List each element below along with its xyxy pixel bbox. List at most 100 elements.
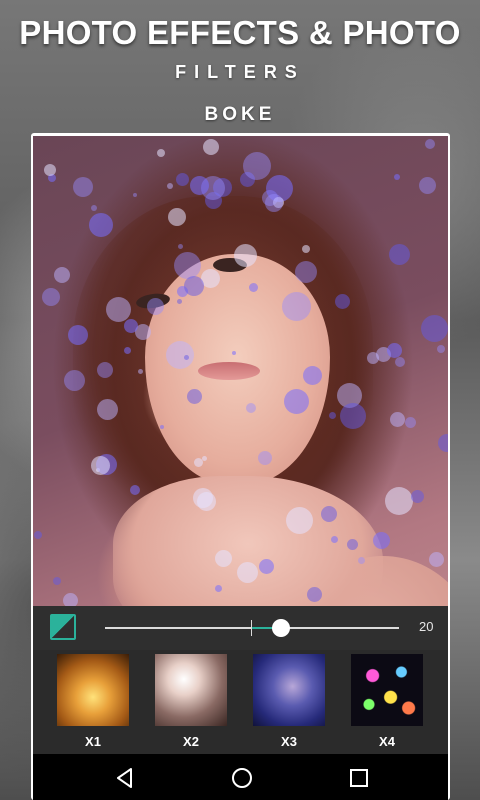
bokeh-dot — [438, 434, 448, 452]
bokeh-dot — [295, 261, 317, 283]
bokeh-dot — [130, 485, 140, 495]
effects-strip: X1 X2 X3 X4 — [33, 650, 448, 754]
bokeh-dot — [176, 173, 189, 186]
slider-value: 20 — [419, 619, 434, 634]
bokeh-dot — [34, 531, 42, 539]
bokeh-dot — [174, 252, 201, 279]
bokeh-dot — [321, 506, 337, 522]
section-title: BOKE — [204, 104, 276, 125]
bokeh-dot — [389, 244, 410, 265]
bokeh-dot — [234, 244, 257, 267]
adjust-bar: + 20 — [33, 606, 448, 650]
bokeh-dot — [203, 139, 219, 155]
bokeh-dot — [331, 536, 338, 543]
slider-center-mark — [251, 620, 252, 636]
bokeh-dot — [190, 176, 209, 195]
bokeh-dot — [249, 283, 258, 292]
bokeh-dot — [193, 488, 213, 508]
bokeh-dot — [367, 352, 379, 364]
bokeh-dot — [157, 149, 165, 157]
bokeh-dot — [160, 425, 164, 429]
bokeh-dot — [166, 341, 194, 369]
bokeh-dot — [395, 357, 405, 367]
bokeh-dot — [286, 507, 313, 534]
bokeh-dot — [215, 550, 232, 567]
recents-icon[interactable] — [347, 766, 371, 790]
bokeh-dot — [303, 366, 322, 385]
bokeh-dot — [390, 412, 405, 427]
bokeh-dot — [42, 288, 60, 306]
bokeh-dot — [335, 294, 350, 309]
phone-screen: + 20 X1 X2 X3 X4 — [31, 133, 450, 800]
bokeh-dot — [437, 345, 445, 353]
bokeh-dot — [168, 208, 186, 226]
bokeh-dot — [258, 451, 272, 465]
bokeh-dot — [329, 412, 336, 419]
bokeh-dot — [89, 213, 113, 237]
bokeh-dot — [97, 399, 118, 420]
bokeh-dot — [259, 559, 274, 574]
effect-thumb-x4[interactable] — [351, 654, 423, 726]
bokeh-dot — [178, 244, 183, 249]
effect-thumb-x1[interactable] — [57, 654, 129, 726]
bokeh-dot — [97, 362, 113, 378]
bokeh-dot — [373, 532, 390, 549]
effect-label-x2: X2 — [183, 734, 199, 749]
bokeh-dot — [91, 205, 97, 211]
bokeh-dot — [347, 539, 358, 550]
bokeh-dot — [246, 403, 256, 413]
bokeh-dot — [138, 369, 143, 374]
bokeh-dot — [124, 319, 138, 333]
effect-label-x4: X4 — [379, 734, 395, 749]
app-subtitle: FILTERS — [175, 62, 305, 82]
slider-thumb[interactable] — [272, 619, 290, 637]
bokeh-dot — [265, 194, 283, 212]
bokeh-dot — [243, 152, 271, 180]
bokeh-dot — [194, 458, 203, 467]
back-icon[interactable] — [113, 766, 137, 790]
bokeh-dot — [419, 177, 436, 194]
bokeh-dot — [177, 299, 182, 304]
bokeh-dot — [284, 389, 309, 414]
bokeh-dot — [340, 403, 366, 429]
bokeh-dot — [64, 370, 85, 391]
bokeh-dot — [385, 487, 413, 515]
bokeh-dot — [44, 164, 56, 176]
bokeh-dot — [147, 298, 164, 315]
bokeh-dot — [187, 389, 202, 404]
bokeh-dot — [73, 177, 93, 197]
bokeh-dot — [184, 276, 204, 296]
bokeh-dot — [54, 267, 70, 283]
effect-label-x1: X1 — [85, 734, 101, 749]
bokeh-dot — [425, 139, 435, 149]
system-nav-bar — [33, 754, 448, 800]
bokeh-dot — [53, 577, 61, 585]
bokeh-dot — [421, 315, 448, 342]
bokeh-dot — [68, 325, 88, 345]
bokeh-dot — [282, 292, 311, 321]
bokeh-dot — [302, 245, 310, 253]
bokeh-dot — [307, 587, 322, 602]
bokeh-dot — [106, 297, 131, 322]
bokeh-dot — [429, 552, 444, 567]
bokeh-dot — [167, 183, 173, 189]
bokeh-dot — [184, 355, 189, 360]
effect-thumb-x2[interactable] — [155, 654, 227, 726]
bokeh-dot — [215, 585, 222, 592]
bokeh-dot — [91, 456, 110, 475]
bokeh-dot — [358, 557, 365, 564]
bokeh-dot — [237, 562, 258, 583]
bokeh-dot — [405, 417, 416, 428]
bokeh-dot — [411, 490, 424, 503]
home-icon[interactable] — [230, 766, 254, 790]
app-title: PHOTO EFFECTS & PHOTO — [19, 14, 461, 51]
bokeh-dot — [133, 193, 137, 197]
adjust-icon[interactable]: + — [50, 614, 76, 640]
effect-thumb-x3[interactable] — [253, 654, 325, 726]
bokeh-dot — [232, 351, 236, 355]
effect-label-x3: X3 — [281, 734, 297, 749]
bokeh-dot — [387, 343, 402, 358]
bokeh-dot — [394, 174, 400, 180]
bokeh-dot — [124, 347, 131, 354]
intensity-slider[interactable] — [105, 619, 399, 637]
